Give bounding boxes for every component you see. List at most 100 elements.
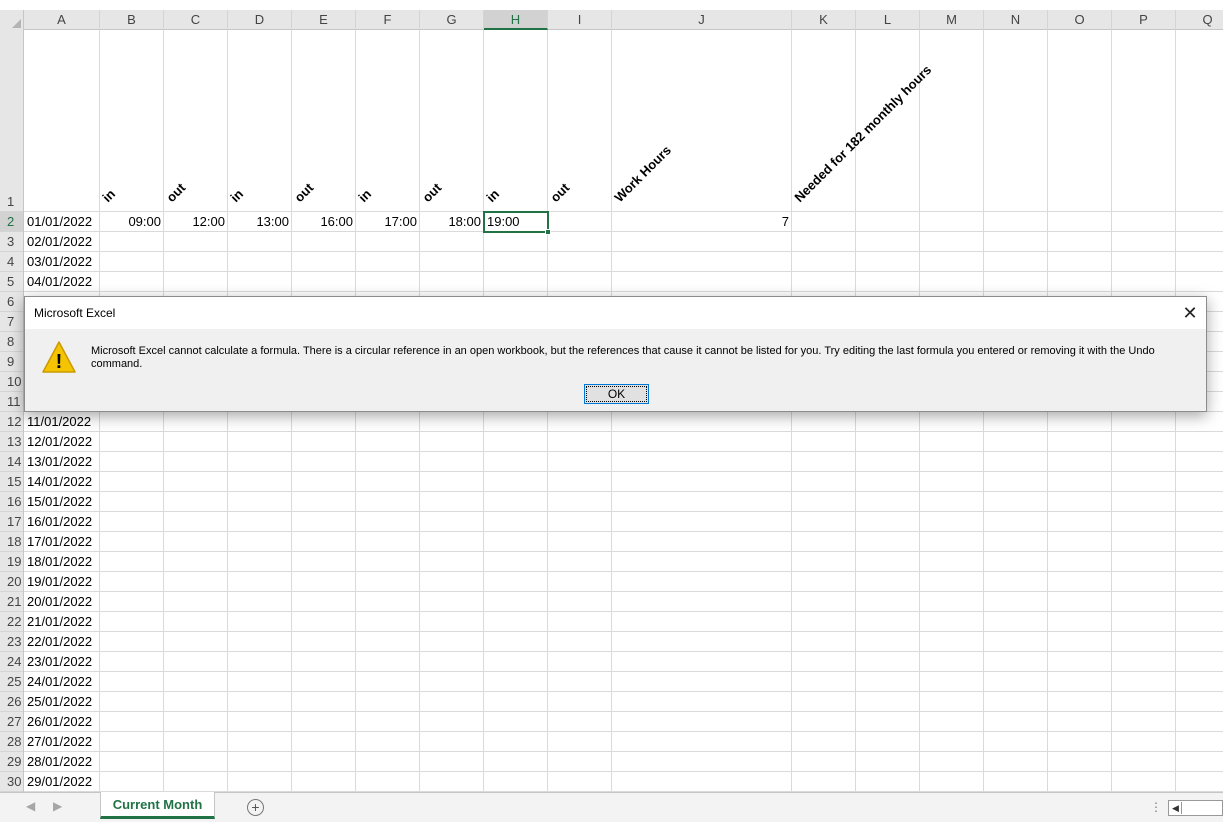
header-cell-g[interactable]: out — [419, 180, 444, 205]
date-cell[interactable]: 19/01/2022 — [24, 572, 100, 592]
date-cell[interactable]: 03/01/2022 — [24, 252, 100, 272]
close-icon[interactable]: ✕ — [1174, 297, 1206, 329]
row-header[interactable]: 16 — [0, 492, 23, 512]
time-cell-g[interactable]: 18:00 — [420, 212, 484, 232]
scroll-left-icon[interactable]: ◀ — [1172, 802, 1182, 814]
column-header-m[interactable]: M — [920, 10, 984, 30]
row-header[interactable]: 8 — [0, 332, 23, 352]
row-header[interactable]: 1 — [0, 30, 23, 212]
add-sheet-icon[interactable]: + — [247, 799, 264, 816]
column-header-d[interactable]: D — [228, 10, 292, 30]
date-cell[interactable]: 16/01/2022 — [24, 512, 100, 532]
row-header[interactable]: 27 — [0, 712, 23, 732]
row-header[interactable]: 20 — [0, 572, 23, 592]
row-header[interactable]: 19 — [0, 552, 23, 572]
header-cell-c[interactable]: out — [163, 180, 188, 205]
column-header-f[interactable]: F — [356, 10, 420, 30]
column-header-c[interactable]: C — [164, 10, 228, 30]
column-header-n[interactable]: N — [984, 10, 1048, 30]
column-header-i[interactable]: I — [548, 10, 612, 30]
row-header[interactable]: 14 — [0, 452, 23, 472]
row-header[interactable]: 17 — [0, 512, 23, 532]
row-header[interactable]: 7 — [0, 312, 23, 332]
row-header[interactable]: 25 — [0, 672, 23, 692]
row-header[interactable]: 28 — [0, 732, 23, 752]
header-cell-f[interactable]: in — [355, 186, 374, 205]
row-header[interactable]: 4 — [0, 252, 23, 272]
sheet-tab-current-month[interactable]: Current Month — [100, 792, 215, 819]
fill-handle[interactable] — [545, 229, 551, 235]
date-cell[interactable]: 11/01/2022 — [24, 412, 100, 432]
row-header[interactable]: 30 — [0, 772, 23, 792]
header-cell-d[interactable]: in — [227, 186, 246, 205]
column-header-k[interactable]: K — [792, 10, 856, 30]
horizontal-scrollbar[interactable]: ◀ — [1168, 800, 1223, 816]
time-cell-b[interactable]: 09:00 — [100, 212, 164, 232]
prev-sheet-arrow-icon[interactable]: ◀ — [26, 799, 35, 813]
row-header[interactable]: 9 — [0, 352, 23, 372]
date-cell[interactable]: 18/01/2022 — [24, 552, 100, 572]
header-cell-k[interactable]: Needed for 182 monthly hours — [791, 62, 934, 205]
row-header[interactable]: 6 — [0, 292, 23, 312]
row-header[interactable]: 26 — [0, 692, 23, 712]
scroll-split-handle-icon[interactable]: ⋮ — [1150, 800, 1162, 814]
date-cell[interactable]: 28/01/2022 — [24, 752, 100, 772]
column-header-a[interactable]: A — [24, 10, 100, 30]
date-cell[interactable]: 17/01/2022 — [24, 532, 100, 552]
date-cell[interactable]: 29/01/2022 — [24, 772, 100, 792]
date-cell[interactable]: 25/01/2022 — [24, 692, 100, 712]
column-header-q[interactable]: Q — [1176, 10, 1223, 30]
row-header[interactable]: 13 — [0, 432, 23, 452]
date-cell[interactable]: 04/01/2022 — [24, 272, 100, 292]
row-header[interactable]: 21 — [0, 592, 23, 612]
select-all-corner[interactable] — [0, 10, 24, 30]
date-cell[interactable]: 01/01/2022 — [24, 212, 100, 232]
date-cell[interactable]: 23/01/2022 — [24, 652, 100, 672]
header-cell-i[interactable]: out — [547, 180, 572, 205]
column-header-p[interactable]: P — [1112, 10, 1176, 30]
row-header[interactable]: 18 — [0, 532, 23, 552]
column-header-e[interactable]: E — [292, 10, 356, 30]
date-cell[interactable]: 14/01/2022 — [24, 472, 100, 492]
time-cell-c[interactable]: 12:00 — [164, 212, 228, 232]
date-cell[interactable]: 12/01/2022 — [24, 432, 100, 452]
column-header-j[interactable]: J — [612, 10, 792, 30]
work-hours-value-cell[interactable]: 7 — [612, 212, 792, 232]
row-header[interactable]: 12 — [0, 412, 23, 432]
row-header[interactable]: 10 — [0, 372, 23, 392]
row-header[interactable]: 15 — [0, 472, 23, 492]
date-cell[interactable]: 26/01/2022 — [24, 712, 100, 732]
time-cell-e[interactable]: 16:00 — [292, 212, 356, 232]
ok-button[interactable]: OK — [584, 384, 649, 404]
next-sheet-arrow-icon[interactable]: ▶ — [53, 799, 62, 813]
date-cell[interactable]: 27/01/2022 — [24, 732, 100, 752]
row-header[interactable]: 22 — [0, 612, 23, 632]
row-header[interactable]: 3 — [0, 232, 23, 252]
column-header-o[interactable]: O — [1048, 10, 1112, 30]
date-cell[interactable]: 15/01/2022 — [24, 492, 100, 512]
date-cell[interactable]: 02/01/2022 — [24, 232, 100, 252]
date-cell[interactable]: 13/01/2022 — [24, 452, 100, 472]
column-header-h[interactable]: H — [484, 10, 548, 30]
column-header-b[interactable]: B — [100, 10, 164, 30]
dialog-title-bar[interactable]: Microsoft Excel ✕ — [25, 297, 1206, 329]
column-header-l[interactable]: L — [856, 10, 920, 30]
row-header[interactable]: 29 — [0, 752, 23, 772]
row-header[interactable]: 5 — [0, 272, 23, 292]
time-cell-f[interactable]: 17:00 — [356, 212, 420, 232]
date-cell[interactable]: 22/01/2022 — [24, 632, 100, 652]
header-cell-b[interactable]: in — [99, 186, 118, 205]
header-cell-j[interactable]: Work Hours — [611, 142, 674, 205]
row-header[interactable]: 24 — [0, 652, 23, 672]
column-header-g[interactable]: G — [420, 10, 484, 30]
date-cell[interactable]: 24/01/2022 — [24, 672, 100, 692]
header-cell-h[interactable]: in — [483, 186, 502, 205]
row-header[interactable]: 2 — [0, 212, 23, 232]
date-cell[interactable]: 21/01/2022 — [24, 612, 100, 632]
active-cell-selection[interactable] — [483, 211, 551, 235]
row-header[interactable]: 11 — [0, 392, 23, 412]
date-cell[interactable]: 20/01/2022 — [24, 592, 100, 612]
time-cell-d[interactable]: 13:00 — [228, 212, 292, 232]
header-cell-e[interactable]: out — [291, 180, 316, 205]
row-header[interactable]: 23 — [0, 632, 23, 652]
